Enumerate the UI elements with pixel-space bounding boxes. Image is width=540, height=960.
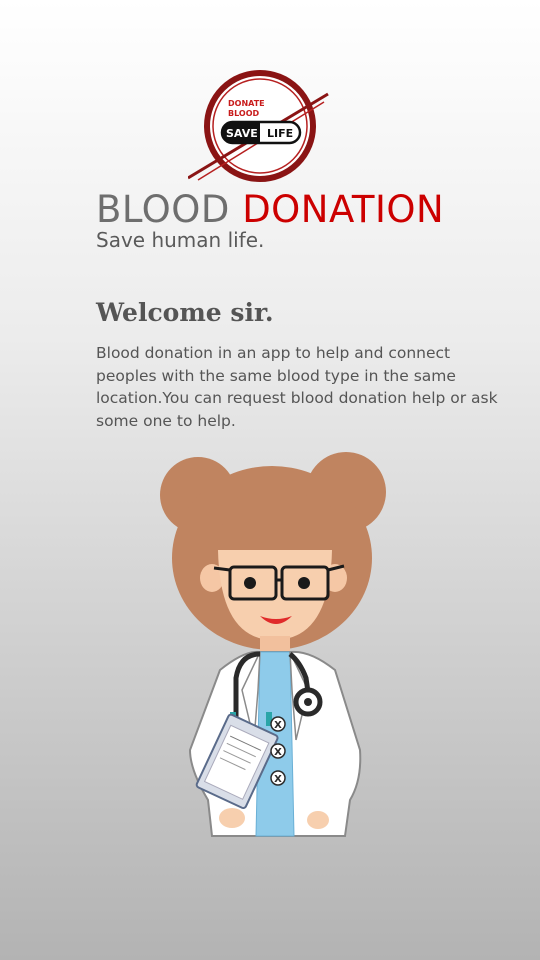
welcome-description: Blood donation in an app to help and con… [96,344,498,430]
svg-text:X: X [274,774,282,785]
logo-pill-life: LIFE [267,127,293,140]
coat-button-3: X [270,770,286,786]
app-title: BLOOD DONATION [96,188,444,231]
svg-text:X: X [274,720,282,731]
coat-button-2: X [270,743,286,759]
logo-pill-save: SAVE [226,127,258,140]
logo-text-donate: DONATE [228,99,265,108]
app-title-blood: BLOOD [96,188,230,231]
blood-donation-logo: DONATE BLOOD SAVE LIFE [188,68,338,188]
svg-text:X: X [274,747,282,758]
doctor-illustration: X X X [150,440,400,840]
coat-button-1: X [270,716,286,732]
app-title-donation: DONATION [242,188,445,231]
welcome-heading: Welcome sir. [96,298,274,327]
logo-text-blood: BLOOD [228,109,260,118]
app-subtitle: Save human life. [96,228,265,252]
